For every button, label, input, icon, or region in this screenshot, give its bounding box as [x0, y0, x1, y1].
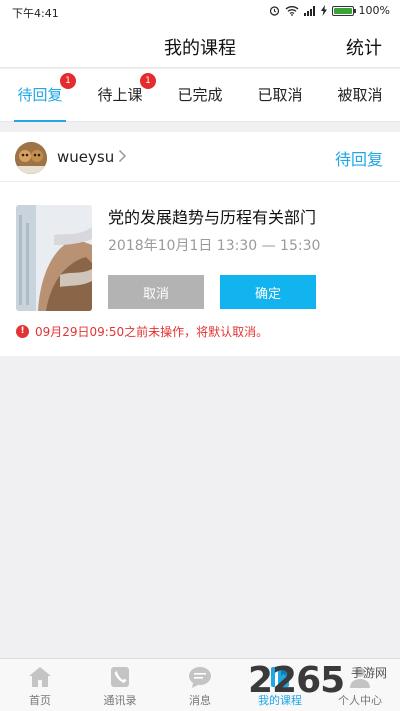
battery-percent: 100% [358, 4, 390, 17]
battery-icon [331, 5, 356, 16]
warning-text: 09月29日09:50之前未操作，将默认取消。 [35, 325, 269, 339]
avatar[interactable] [15, 142, 47, 174]
home-icon [29, 667, 51, 687]
status-bar: 下午4:41 100% [0, 0, 400, 24]
page-title: 我的课程 [164, 38, 236, 59]
confirm-button[interactable]: 确定 [220, 275, 316, 309]
wifi-icon [285, 6, 298, 16]
status-icons: 100% [269, 4, 390, 17]
chevron-right-icon [118, 149, 127, 163]
course-card: wueysu 待回复 党的发展趋势与历程有关部门 2018年10月1日 13:3… [0, 132, 400, 356]
status-badge: 待回复 [334, 150, 383, 169]
deadline-warning: ! 09月29日09:50之前未操作，将默认取消。 [16, 323, 268, 340]
tab-label: 已取消 [257, 86, 303, 104]
bottom-nav-messages[interactable]: 消息 [160, 659, 240, 711]
tab-cancelled[interactable]: 已取消 [240, 69, 320, 122]
tab-pending-reply[interactable]: 待回复 1 [0, 69, 80, 122]
bottom-nav-label: 消息 [189, 694, 211, 707]
alert-icon: ! [16, 325, 29, 338]
tab-pending-class[interactable]: 待上课 1 [80, 69, 160, 122]
nav-bar: 我的课程 统计 [0, 24, 400, 68]
tab-label: 被取消 [337, 86, 383, 104]
tab-label: 待回复 [17, 86, 63, 104]
bottom-nav-label: 通讯录 [103, 694, 137, 707]
cancel-button[interactable]: 取消 [108, 275, 204, 309]
username[interactable]: wueysu [57, 148, 114, 166]
status-time: 下午4:41 [12, 7, 59, 20]
course-thumbnail[interactable] [16, 205, 92, 311]
bottom-nav-home[interactable]: 首页 [0, 659, 80, 711]
tab-completed[interactable]: 已完成 [160, 69, 240, 122]
bottom-nav-contacts[interactable]: 通讯录 [80, 659, 160, 711]
site-watermark: 2265 手游网 [248, 660, 400, 708]
watermark-text: 手游网 [351, 666, 388, 680]
bottom-nav-label: 首页 [29, 694, 51, 707]
contacts-icon [111, 667, 129, 687]
course-time: 2018年10月1日 13:30 — 15:30 [108, 238, 321, 254]
card-header[interactable]: wueysu 待回复 [0, 132, 400, 182]
tab-been-cancelled[interactable]: 被取消 [320, 69, 400, 122]
tab-badge: 1 [60, 73, 76, 89]
signal-icon [303, 5, 315, 16]
alarm-icon [269, 6, 279, 16]
charging-icon [320, 5, 327, 16]
tab-label: 待上课 [97, 86, 143, 104]
tab-badge: 1 [140, 73, 156, 89]
message-icon [189, 667, 211, 688]
stats-button[interactable]: 统计 [346, 34, 382, 60]
course-title[interactable]: 党的发展趋势与历程有关部门 [108, 204, 316, 228]
course-tabs: 待回复 1 待上课 1 已完成 已取消 被取消 [0, 69, 400, 122]
tab-label: 已完成 [177, 86, 223, 104]
watermark-number: 2265 [248, 660, 345, 701]
